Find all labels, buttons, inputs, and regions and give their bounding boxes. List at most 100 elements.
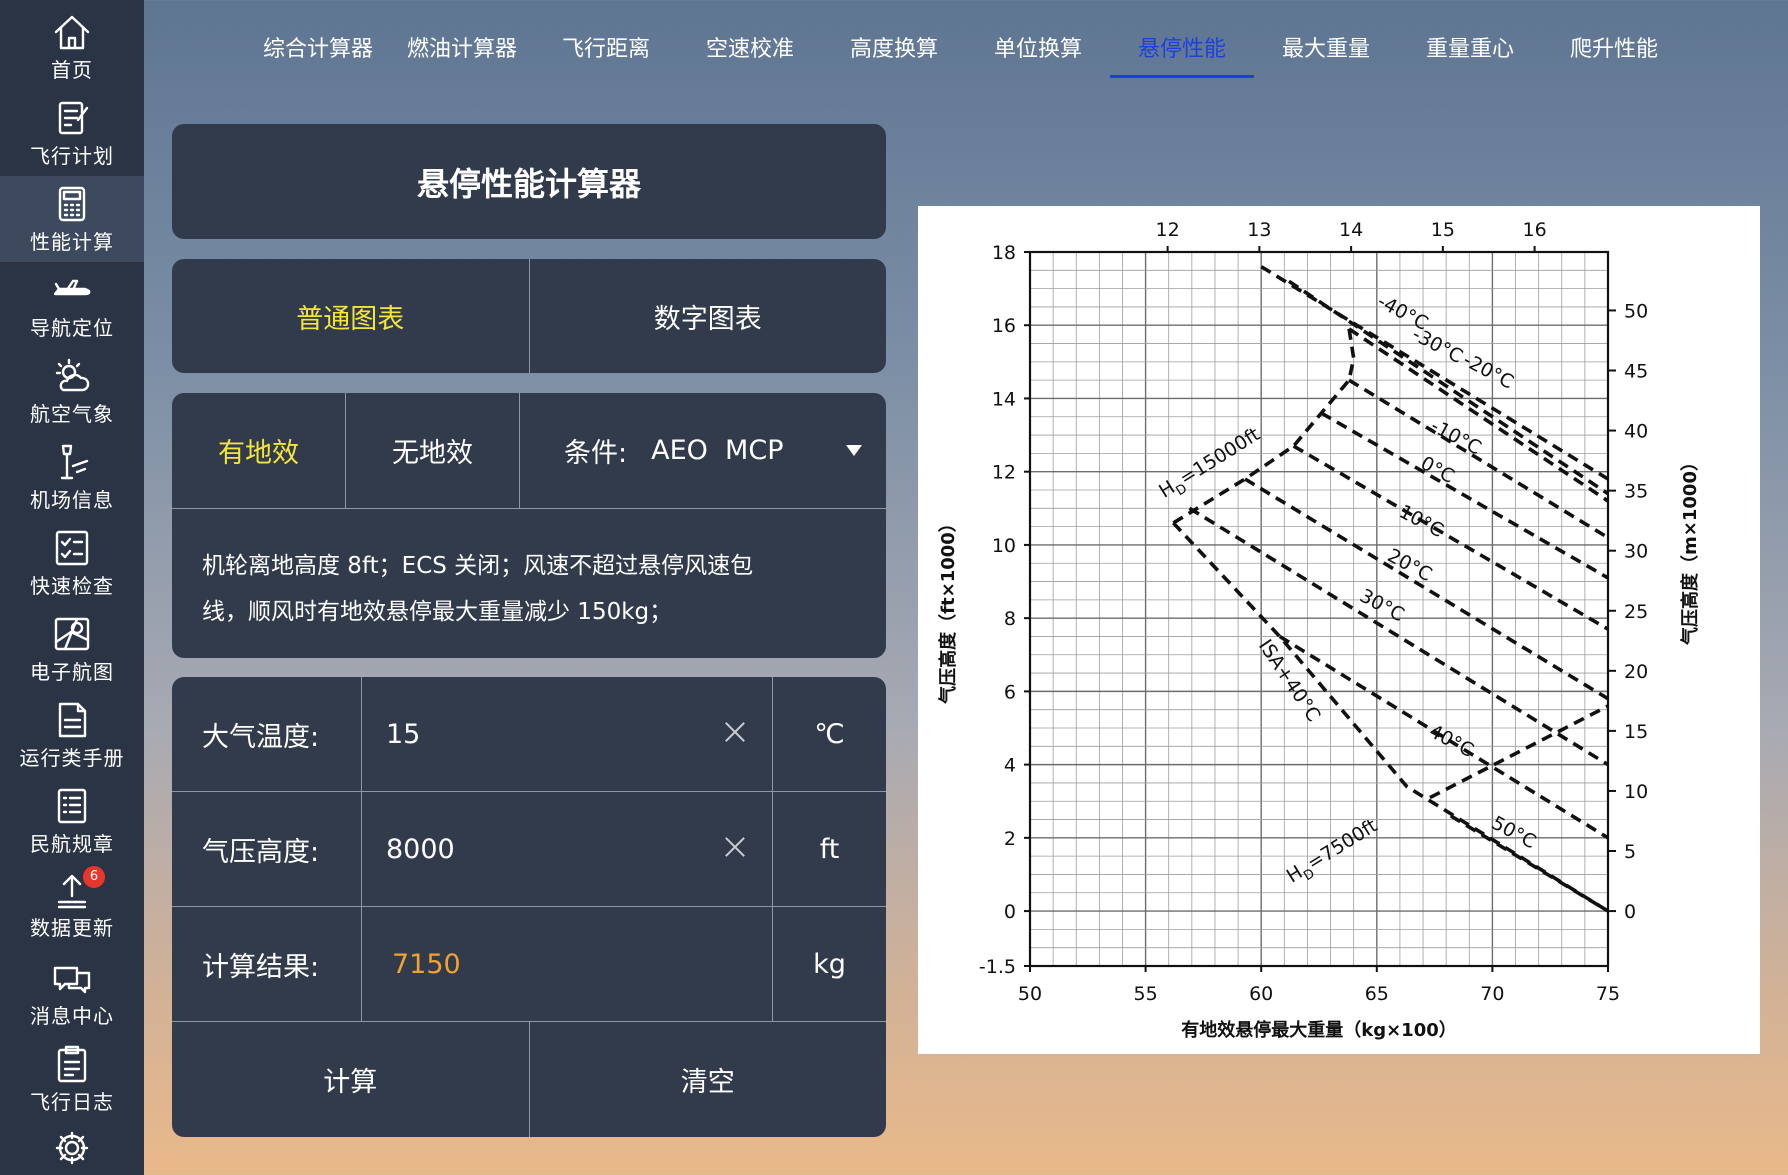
right-tick-label: 0 — [1624, 901, 1636, 923]
sidebar-item-settings[interactable] — [0, 1128, 144, 1175]
right-tick-label: 15 — [1624, 721, 1648, 743]
tab-general-calculator[interactable]: 综合计算器 — [246, 28, 390, 78]
top-tick-label: 13 — [1247, 219, 1271, 241]
sidebar-item-data-update[interactable]: 6 数据更新 — [0, 862, 144, 948]
y-tick-label: -1.5 — [979, 956, 1016, 978]
sidebar-item-flight-plan[interactable]: 飞行计划 — [0, 90, 144, 176]
tab-hover-performance[interactable]: 悬停性能 — [1110, 28, 1254, 78]
notification-badge: 6 — [83, 865, 105, 888]
x-tick-label: 70 — [1480, 983, 1504, 1005]
sidebar-item-weather[interactable]: 航空气象 — [0, 348, 144, 434]
sidebar-item-performance[interactable]: 性能计算 — [0, 176, 144, 262]
temperature-input[interactable]: 15 — [362, 677, 773, 791]
tab-weight-balance[interactable]: 重量重心 — [1398, 28, 1542, 78]
tab-flight-distance[interactable]: 飞行距离 — [534, 28, 678, 78]
y-tick-label: 12 — [992, 462, 1016, 484]
y2-axis-label: 气压高度（m×1000） — [1679, 453, 1701, 646]
sidebar-item-label: 数据更新 — [30, 915, 114, 940]
top-tick-label: 12 — [1156, 219, 1180, 241]
y-tick-label: 0 — [1004, 901, 1016, 923]
x-tick-label: 65 — [1365, 983, 1389, 1005]
right-tick-label: 35 — [1624, 481, 1648, 503]
with-ground-effect-button[interactable]: 有地效 — [172, 393, 346, 508]
y-tick-label: 8 — [1004, 608, 1016, 630]
clear-button[interactable]: 清空 — [528, 1022, 887, 1137]
tab-climb-performance[interactable]: 爬升性能 — [1542, 28, 1686, 78]
clear-temperature-icon[interactable] — [724, 721, 746, 743]
chart-mode-selector: 普通图表 数字图表 — [172, 259, 886, 373]
condition-panel: 有地效 无地效 条件: AEO MCP 机轮离地高度 8ft；ECS 关闭；风速… — [172, 393, 886, 658]
result-row: 计算结果: 7150 kg — [172, 907, 886, 1022]
sidebar: 首页 飞行计划 性能计算 导航定位 航空气象 机场信息 快速检查 电子航图 运行… — [0, 0, 144, 1175]
series-line — [1348, 378, 1609, 540]
x-tick-label: 55 — [1134, 983, 1158, 1005]
sidebar-item-quick-check[interactable]: 快速检查 — [0, 520, 144, 606]
sidebar-item-label: 飞行计划 — [30, 143, 114, 168]
sidebar-item-logbook[interactable]: 飞行日志 — [0, 1036, 144, 1122]
pressure-altitude-value: 8000 — [386, 833, 455, 865]
regulation-icon — [51, 786, 93, 826]
sidebar-item-label: 电子航图 — [30, 659, 114, 684]
y-tick-label: 10 — [992, 535, 1016, 557]
curve-label: HD=7500ft — [1283, 815, 1384, 892]
without-ground-effect-button[interactable]: 无地效 — [346, 393, 520, 508]
digital-chart-button[interactable]: 数字图表 — [528, 259, 887, 373]
pressure-altitude-unit: ft — [819, 833, 840, 865]
weather-icon — [51, 356, 93, 396]
condition-label: 条件: — [564, 438, 628, 469]
series-line — [1260, 265, 1609, 481]
top-tick-label: 16 — [1523, 219, 1547, 241]
condition-note: 机轮离地高度 8ft；ECS 关闭；风速不超过悬停风速包 线，顺风时有地效悬停最… — [202, 543, 862, 635]
condition-note-line: 机轮离地高度 8ft；ECS 关闭；风速不超过悬停风速包 — [202, 553, 754, 579]
sidebar-item-airport[interactable]: 机场信息 — [0, 434, 144, 520]
right-tick-label: 40 — [1624, 421, 1648, 443]
curve-label: 20°C — [1384, 545, 1436, 586]
x-tick-label: 60 — [1249, 983, 1273, 1005]
sidebar-item-navigation[interactable]: 导航定位 — [0, 262, 144, 348]
result-label: 计算结果: — [172, 907, 362, 1021]
input-form: 大气温度: 15 ℃ 气压高度: 8000 ft 计算结果: 7150 kg 计… — [172, 677, 886, 1137]
pressure-altitude-input[interactable]: 8000 — [362, 792, 773, 906]
action-buttons: 计算 清空 — [172, 1022, 886, 1137]
tab-airspeed-calibration[interactable]: 空速校准 — [678, 28, 822, 78]
top-tick-label: 14 — [1339, 219, 1363, 241]
sidebar-item-e-chart[interactable]: 电子航图 — [0, 606, 144, 692]
sidebar-item-label: 首页 — [51, 57, 93, 82]
curve-label-part: =15000ft — [1176, 423, 1264, 489]
y-tick-label: 16 — [992, 315, 1016, 337]
result-unit: kg — [813, 948, 846, 980]
sidebar-item-label: 民航规章 — [30, 831, 114, 856]
calculate-button[interactable]: 计算 — [172, 1022, 529, 1137]
series-line — [1172, 328, 1356, 525]
sidebar-item-label: 机场信息 — [30, 487, 114, 512]
sidebar-item-label: 消息中心 — [30, 1003, 114, 1028]
chart-svg: 50 55 60 65 70 75-1.502468101214161812 13 14 15 1… — [937, 219, 1701, 1041]
sidebar-item-message[interactable]: 消息中心 — [0, 950, 144, 1036]
x-tick-label: 75 — [1596, 983, 1620, 1005]
clear-altitude-icon[interactable] — [724, 836, 746, 858]
right-tick-label: 30 — [1624, 541, 1648, 563]
right-tick-label: 10 — [1624, 781, 1648, 803]
sidebar-item-regulation[interactable]: 民航规章 — [0, 778, 144, 864]
tab-fuel-calculator[interactable]: 燃油计算器 — [390, 28, 534, 78]
calculator-icon — [51, 184, 93, 224]
hover-performance-chart: 50 55 60 65 70 75 -1.5 0 2 4 6 8 10 12 14 16 18 12 13 14 15 1… — [918, 206, 1760, 1054]
normal-chart-button[interactable]: 普通图表 — [172, 259, 529, 373]
airport-icon — [51, 442, 93, 482]
home-icon — [51, 12, 93, 52]
tab-max-weight[interactable]: 最大重量 — [1254, 28, 1398, 78]
sidebar-item-manual[interactable]: 运行类手册 — [0, 692, 144, 778]
sidebar-item-home[interactable]: 首页 — [0, 4, 144, 90]
sidebar-item-label: 性能计算 — [30, 229, 114, 254]
right-tick-label: 5 — [1624, 841, 1636, 863]
x-tick-label: 50 — [1018, 983, 1042, 1005]
curve-label: 10°C — [1395, 501, 1447, 542]
tab-unit-conversion[interactable]: 单位换算 — [966, 28, 1110, 78]
tab-altitude-conversion[interactable]: 高度换算 — [822, 28, 966, 78]
manual-icon — [51, 700, 93, 740]
condition-dropdown[interactable]: 条件: AEO MCP — [520, 393, 886, 508]
calculator-title: 悬停性能计算器 — [172, 124, 886, 239]
sidebar-item-label: 快速检查 — [30, 573, 114, 598]
right-tick-label: 45 — [1624, 360, 1648, 382]
right-tick-label: 50 — [1624, 300, 1648, 322]
